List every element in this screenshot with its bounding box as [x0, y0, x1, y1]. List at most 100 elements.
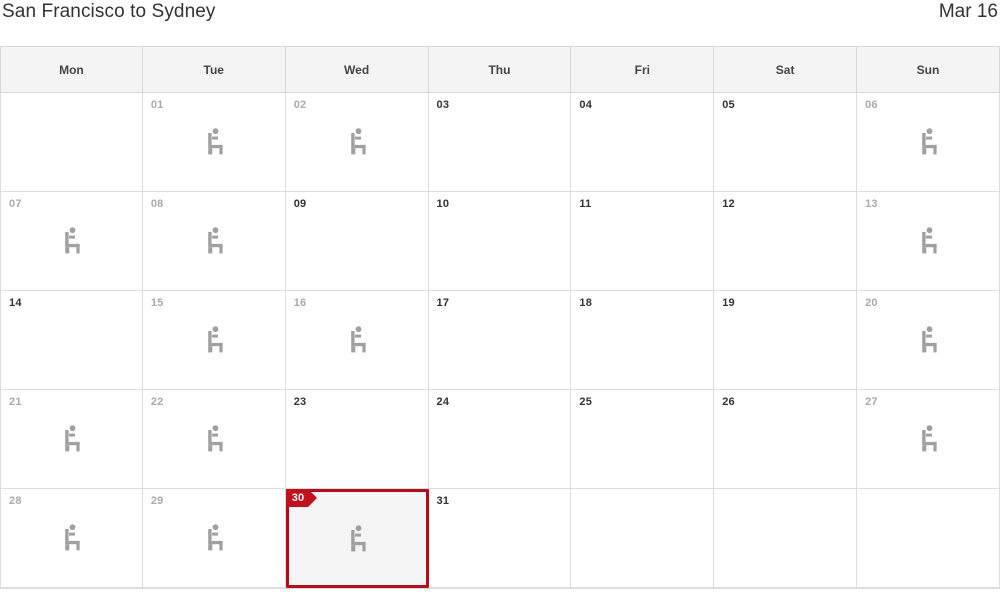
airline-seat-icon: [344, 524, 370, 554]
day-number: 23: [293, 396, 307, 408]
airline-seat-icon: [915, 325, 941, 355]
day-number: 01: [150, 99, 164, 111]
day-number: 22: [150, 396, 164, 408]
selected-day-badge: 30: [285, 489, 318, 507]
weekday-header-fri: Fri: [571, 46, 715, 93]
calendar-day-cell-29[interactable]: 29: [142, 489, 286, 588]
calendar-day-cell-21[interactable]: 21: [0, 390, 143, 489]
calendar-day-cell-05[interactable]: 05: [714, 93, 858, 192]
calendar-day-cell-27[interactable]: 27: [857, 390, 1000, 489]
day-number: 29: [150, 495, 164, 507]
grid-bottom-rule: [0, 588, 1000, 589]
calendar-day-cell-24[interactable]: 24: [428, 390, 572, 489]
calendar-day-cell-22[interactable]: 22: [142, 390, 286, 489]
weekday-header-thu: Thu: [428, 46, 572, 93]
calendar-day-cell-07[interactable]: 07: [0, 192, 143, 291]
calendar-day-cell-31[interactable]: 31: [428, 489, 572, 588]
calendar-day-cell-01[interactable]: 01: [142, 93, 286, 192]
day-number: 31: [436, 495, 450, 507]
day-number: 18: [579, 297, 593, 309]
month-label: Mar 16: [938, 1, 998, 22]
calendar-day-cell-12[interactable]: 12: [714, 192, 858, 291]
calendar-day-cell-13[interactable]: 13: [857, 192, 1000, 291]
day-number: 17: [436, 297, 450, 309]
airline-seat-icon: [201, 325, 227, 355]
airline-seat-icon: [344, 325, 370, 355]
page-header: San Francisco to Sydney Mar 16: [0, 0, 1000, 46]
day-number: 08: [150, 198, 164, 210]
airline-seat-icon: [58, 226, 84, 256]
calendar-day-cell-02[interactable]: 02: [285, 93, 429, 192]
calendar-day-cell-26[interactable]: 26: [714, 390, 858, 489]
day-number: 13: [865, 198, 878, 210]
weekday-header-row: Mon Tue Wed Thu Fri Sat Sun: [0, 46, 1000, 93]
calendar-day-cell-19[interactable]: 19: [714, 291, 858, 390]
day-number: 15: [150, 297, 164, 309]
day-number: 02: [293, 99, 307, 111]
calendar-empty-cell: [714, 489, 858, 588]
calendar-day-cell-03[interactable]: 03: [428, 93, 572, 192]
calendar-day-cell-30[interactable]: 30: [285, 489, 429, 588]
day-number: 19: [722, 297, 735, 309]
day-number: 12: [722, 198, 735, 210]
calendar-week-row: 28 29 30 31: [0, 489, 1000, 588]
day-number: 28: [9, 495, 22, 507]
airline-seat-icon: [344, 127, 370, 157]
calendar-week-row: 01 02 03 04 05 06: [0, 93, 1000, 192]
day-number: 27: [865, 396, 878, 408]
calendar-day-cell-18[interactable]: 18: [571, 291, 715, 390]
day-number: 09: [293, 198, 307, 210]
calendar-day-cell-23[interactable]: 23: [285, 390, 429, 489]
calendar-day-cell-28[interactable]: 28: [0, 489, 143, 588]
airline-seat-icon: [915, 226, 941, 256]
airline-seat-icon: [58, 424, 84, 454]
weekday-header-sun: Sun: [857, 46, 1000, 93]
calendar-day-cell-14[interactable]: 14: [0, 291, 143, 390]
airline-seat-icon: [201, 127, 227, 157]
weekday-header-mon: Mon: [0, 46, 143, 93]
day-number: 06: [865, 99, 878, 111]
day-number: 10: [436, 198, 450, 210]
calendar-day-cell-04[interactable]: 04: [571, 93, 715, 192]
day-number: 04: [579, 99, 593, 111]
airline-seat-icon: [201, 523, 227, 553]
calendar-weeks: 01 02 03 04 05 06 07 08 09 10 11 12 13 14 15 16 17 18 19 20…: [0, 93, 1000, 588]
day-number: 11: [579, 198, 592, 210]
calendar-day-cell-06[interactable]: 06: [857, 93, 1000, 192]
route-title: San Francisco to Sydney: [2, 1, 216, 22]
day-number: 20: [865, 297, 878, 309]
calendar-day-cell-11[interactable]: 11: [571, 192, 715, 291]
day-number: 25: [579, 396, 593, 408]
airline-seat-icon: [201, 424, 227, 454]
airline-seat-icon: [58, 523, 84, 553]
weekday-header-tue: Tue: [142, 46, 286, 93]
weekday-header-sat: Sat: [714, 46, 858, 93]
day-number: 14: [9, 297, 22, 309]
airline-seat-icon: [201, 226, 227, 256]
calendar-day-cell-15[interactable]: 15: [142, 291, 286, 390]
weekday-header-wed: Wed: [285, 46, 429, 93]
calendar-day-cell-16[interactable]: 16: [285, 291, 429, 390]
calendar-week-row: 21 22 23 24 25 26 27: [0, 390, 1000, 489]
day-number: 07: [9, 198, 22, 210]
airline-seat-icon: [915, 424, 941, 454]
calendar-empty-cell: [857, 489, 1000, 588]
calendar-day-cell-25[interactable]: 25: [571, 390, 715, 489]
day-number: 21: [9, 396, 22, 408]
calendar-empty-cell: [571, 489, 715, 588]
calendar-week-row: 07 08 09 10 11 12 13: [0, 192, 1000, 291]
calendar: Mon Tue Wed Thu Fri Sat Sun 01 02 03 04 05 06 07 08 09…: [0, 46, 1000, 589]
calendar-day-cell-08[interactable]: 08: [142, 192, 286, 291]
calendar-day-cell-20[interactable]: 20: [857, 291, 1000, 390]
calendar-week-row: 14 15 16 17 18 19 20: [0, 291, 1000, 390]
calendar-day-cell-10[interactable]: 10: [428, 192, 572, 291]
calendar-day-cell-09[interactable]: 09: [285, 192, 429, 291]
day-number: 05: [722, 99, 735, 111]
airline-seat-icon: [915, 127, 941, 157]
day-number: 16: [293, 297, 307, 309]
day-number: 03: [436, 99, 450, 111]
calendar-empty-cell: [0, 93, 143, 192]
day-number: 26: [722, 396, 735, 408]
selected-day-badge-arrow: [308, 489, 318, 507]
calendar-day-cell-17[interactable]: 17: [428, 291, 572, 390]
